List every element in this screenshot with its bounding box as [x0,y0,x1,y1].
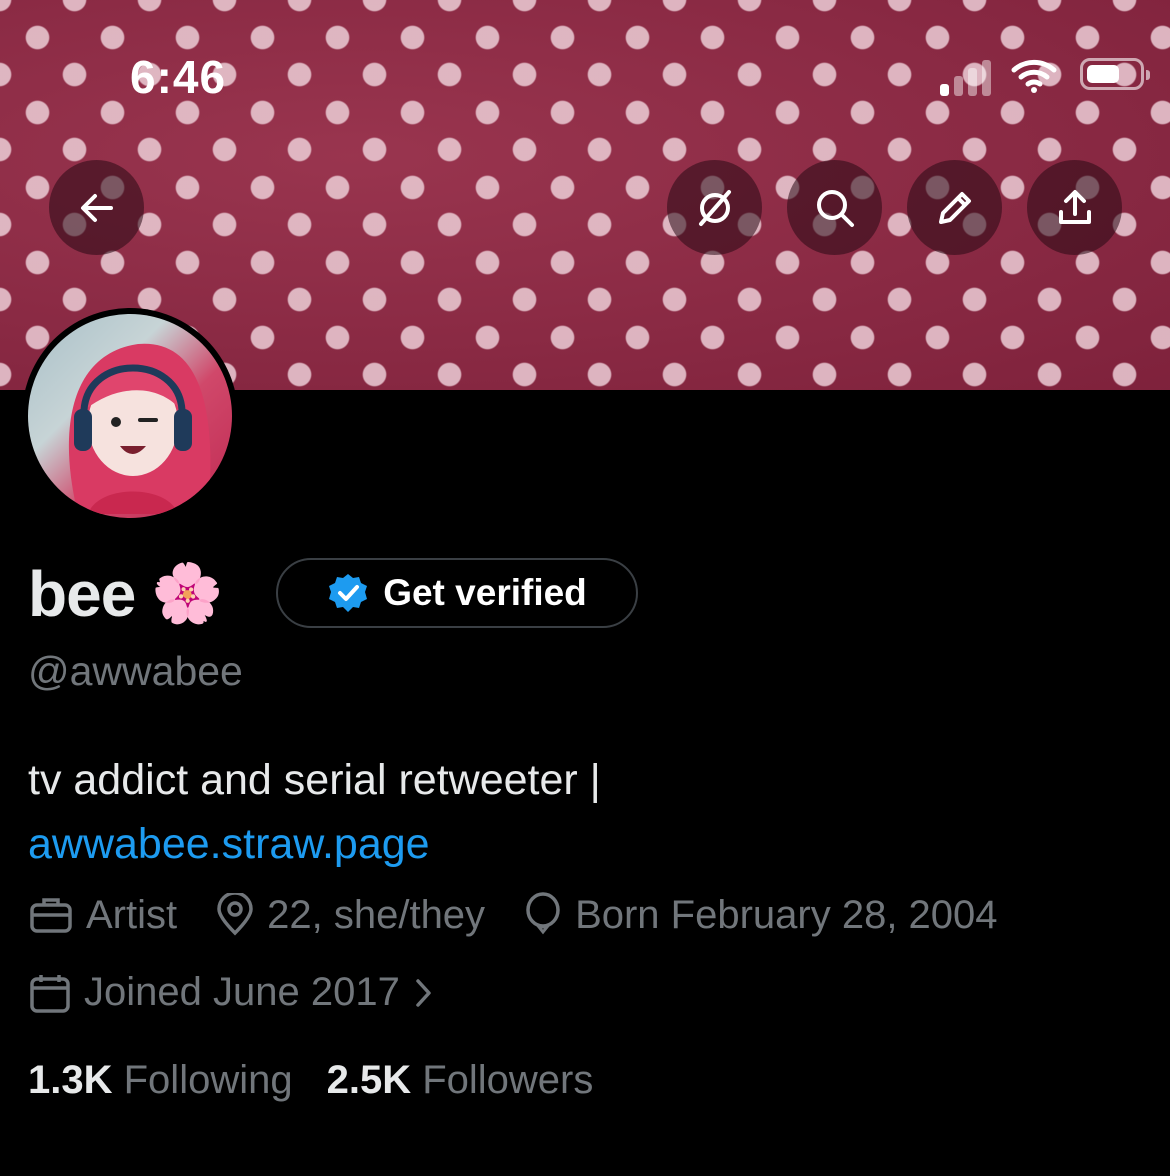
following-count: 1.3K [28,1058,113,1102]
joined-text: Joined June 2017 [84,970,400,1014]
verified-badge-icon [329,574,368,612]
arrow-left-icon [80,193,113,222]
flower-emoji: 🌸 [151,561,224,626]
status-time: 6:46 [130,51,227,103]
calendar-icon [30,974,70,1013]
location-pin-icon [217,893,253,936]
location-item: 22, she/they [215,893,485,938]
followers-label: Followers [422,1058,594,1102]
back-button[interactable] [49,160,144,255]
battery-icon [1080,58,1150,90]
profile-handle: @awwabee [28,648,243,694]
profile-name-row: bee 🌸 [28,556,224,632]
profile-meta-row: Artist 22, she/they Born February 28, 20… [28,892,1036,938]
grok-button[interactable] [667,160,762,255]
followers-link[interactable]: 2.5K Followers [327,1058,594,1103]
followers-count: 2.5K [326,1058,412,1102]
pencil-icon [938,191,971,224]
birthday-item: Born February 28, 2004 [523,892,998,938]
joined-item[interactable]: Joined June 2017 [28,970,446,1015]
share-button[interactable] [1027,160,1122,255]
avatar-illustration [68,343,211,514]
share-icon [1058,189,1091,224]
following-label: Following [123,1058,293,1102]
get-verified-button[interactable]: Get verified [276,558,638,628]
grok-icon [698,189,731,226]
bio-text: tv addict and serial retweeter | [28,756,601,804]
chevron-right-icon [416,978,431,1007]
profession-item: Artist [28,893,177,938]
profession-text: Artist [86,892,178,937]
follow-stats: 1.3K Following 2.5K Followers [28,1058,627,1103]
search-button[interactable] [787,160,882,255]
location-text: 22, she/they [267,892,486,937]
signal-icon [940,56,1000,96]
get-verified-label: Get verified [383,572,587,613]
birthday-text: Born February 28, 2004 [575,892,998,937]
briefcase-icon [30,898,72,933]
profile-name: bee [28,558,136,630]
balloon-icon [526,892,560,935]
following-link[interactable]: 1.3K Following [28,1058,293,1103]
wifi-icon [1011,59,1057,93]
edit-button[interactable] [907,160,1002,255]
bio-link[interactable]: awwabee.straw.page [28,812,601,876]
profile-bio: tv addict and serial retweeter | awwabee… [28,748,601,876]
avatar[interactable] [22,308,238,524]
search-icon [816,189,854,227]
joined-row[interactable]: Joined June 2017 [28,970,484,1015]
